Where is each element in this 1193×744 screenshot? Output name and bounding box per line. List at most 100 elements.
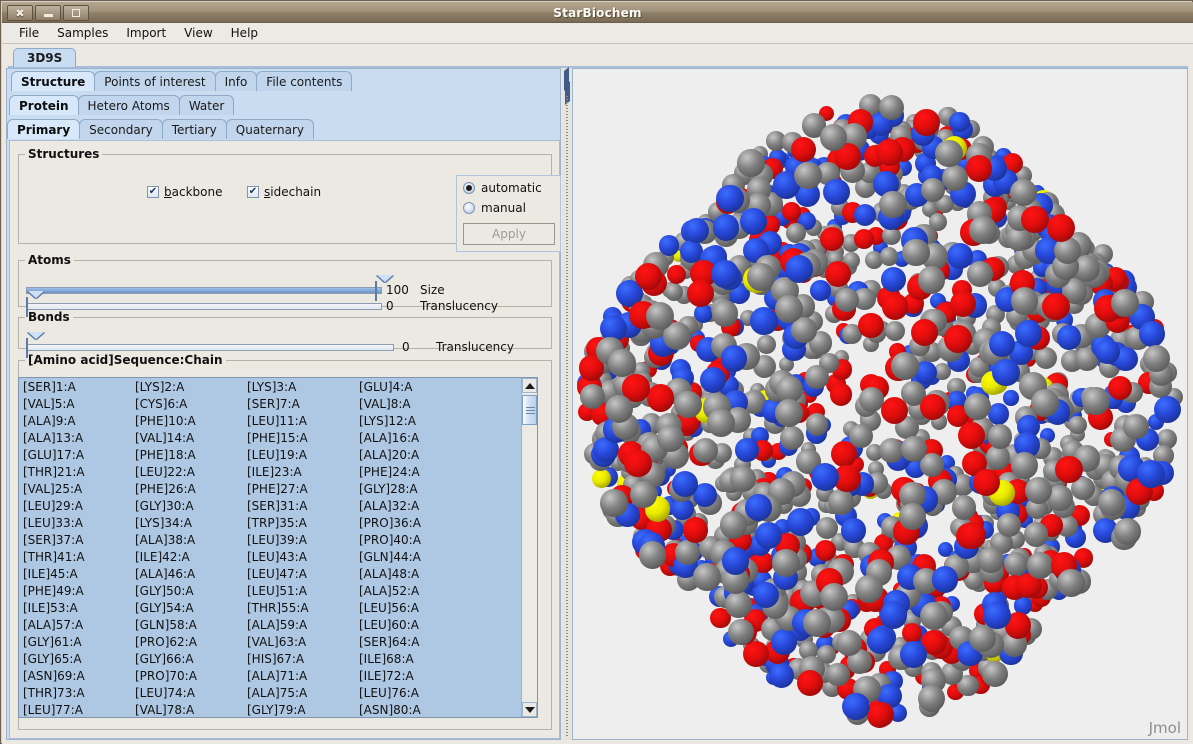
collapse-right-arrow-icon[interactable] xyxy=(563,78,571,105)
scroll-up-button[interactable] xyxy=(522,378,537,393)
amino-acid-row[interactable]: [SER]37:A [ALA]38:A [LEU]39:A [PRO]40:A xyxy=(19,531,522,548)
amino-acid-row[interactable]: [THR]73:A [LEU]74:A [ALA]75:A [LEU]76:A xyxy=(19,684,522,701)
amino-acid-item[interactable]: [GLY]61:A xyxy=(19,635,131,649)
amino-acid-item[interactable]: [GLU]4:A xyxy=(355,380,467,394)
amino-acid-item[interactable]: [ASN]69:A xyxy=(19,669,131,683)
menu-samples[interactable]: Samples xyxy=(48,24,117,42)
amino-acid-row[interactable]: [THR]41:A [ILE]42:A [LEU]43:A [GLN]44:A xyxy=(19,548,522,565)
amino-acid-item[interactable]: [VAL]14:A xyxy=(131,431,243,445)
amino-acid-item[interactable]: [PRO]40:A xyxy=(355,533,467,547)
amino-acid-item[interactable]: [VAL]25:A xyxy=(19,482,131,496)
amino-acid-item[interactable]: [ILE]53:A xyxy=(19,601,131,615)
amino-acid-item[interactable]: [LEU]29:A xyxy=(19,499,131,513)
amino-acid-item[interactable]: [PHE]10:A xyxy=(131,414,243,428)
amino-acid-item[interactable]: [GLY]79:A xyxy=(243,703,355,717)
amino-acid-item[interactable]: [PRO]62:A xyxy=(131,635,243,649)
amino-acid-item[interactable]: [ILE]68:A xyxy=(355,652,467,666)
menu-import[interactable]: Import xyxy=(117,24,175,42)
amino-acid-item[interactable]: [SER]31:A xyxy=(243,499,355,513)
tab-water[interactable]: Water xyxy=(178,95,235,115)
sidechain-checkbox-label[interactable]: sidechain xyxy=(264,185,321,199)
amino-acid-item[interactable]: [LEU]33:A xyxy=(19,516,131,530)
amino-acid-item[interactable]: [LEU]56:A xyxy=(355,601,467,615)
amino-acid-row[interactable]: [ILE]45:A [ALA]46:A [LEU]47:A [ALA]48:A xyxy=(19,565,522,582)
amino-acid-item[interactable]: [GLY]54:A xyxy=(131,601,243,615)
amino-acid-item[interactable]: [GLY]50:A xyxy=(131,584,243,598)
tab-quaternary[interactable]: Quaternary xyxy=(225,119,314,139)
amino-acid-item[interactable]: [PHE]26:A xyxy=(131,482,243,496)
amino-acid-item[interactable]: [GLN]44:A xyxy=(355,550,467,564)
amino-acid-item[interactable]: [PRO]70:A xyxy=(131,669,243,683)
amino-acid-item[interactable]: [ASN]80:A xyxy=(355,703,467,717)
amino-acid-item[interactable]: [THR]73:A xyxy=(19,686,131,700)
tab-file-contents[interactable]: File contents xyxy=(256,71,353,91)
amino-acid-item[interactable]: [ALA]48:A xyxy=(355,567,467,581)
amino-acid-row[interactable]: [THR]21:A [LEU]22:A [ILE]23:A [PHE]24:A xyxy=(19,463,522,480)
amino-acid-item[interactable]: [GLN]58:A xyxy=(131,618,243,632)
amino-acid-item[interactable]: [GLY]30:A xyxy=(131,499,243,513)
amino-acid-item[interactable]: [PRO]36:A xyxy=(355,516,467,530)
apply-button[interactable]: Apply xyxy=(463,223,555,245)
amino-acid-item[interactable]: [THR]55:A xyxy=(243,601,355,615)
tab-structure[interactable]: Structure xyxy=(11,71,96,91)
amino-acid-item[interactable]: [GLU]17:A xyxy=(19,448,131,462)
sidechain-checkbox-row[interactable]: ✔ sidechain xyxy=(247,185,321,199)
amino-acid-item[interactable]: [LYS]3:A xyxy=(243,380,355,394)
amino-acid-item[interactable]: [ALA]75:A xyxy=(243,686,355,700)
document-tab-3d9s[interactable]: 3D9S xyxy=(13,48,77,67)
menu-file[interactable]: File xyxy=(10,24,48,42)
amino-acid-item[interactable]: [ALA]71:A xyxy=(243,669,355,683)
backbone-checkbox-row[interactable]: ✔ backbone xyxy=(147,185,222,199)
amino-acid-item[interactable]: [ALA]52:A xyxy=(355,584,467,598)
amino-acid-row[interactable]: [VAL]25:A [PHE]26:A [PHE]27:A [GLY]28:A xyxy=(19,480,522,497)
amino-acid-item[interactable]: [LEU]51:A xyxy=(243,584,355,598)
amino-acid-item[interactable]: [ALA]59:A xyxy=(243,618,355,632)
amino-acid-item[interactable]: [PHE]18:A xyxy=(131,448,243,462)
amino-acid-item[interactable]: [LEU]77:A xyxy=(19,703,131,717)
amino-acid-item[interactable]: [ALA]9:A xyxy=(19,414,131,428)
amino-acid-list-scrollbar[interactable] xyxy=(521,378,537,717)
amino-acid-item[interactable]: [LYS]2:A xyxy=(131,380,243,394)
amino-acid-item[interactable]: [SER]7:A xyxy=(243,397,355,411)
amino-acid-row[interactable]: [LEU]29:A [GLY]30:A [SER]31:A [ALA]32:A xyxy=(19,497,522,514)
sidechain-checkbox[interactable]: ✔ xyxy=(247,186,259,198)
tab-hetero-atoms[interactable]: Hetero Atoms xyxy=(77,95,180,115)
amino-acid-item[interactable]: [VAL]5:A xyxy=(19,397,131,411)
amino-acid-row[interactable]: [ALA]57:A [GLN]58:A [ALA]59:A [LEU]60:A xyxy=(19,616,522,633)
amino-acid-item[interactable]: [SER]64:A xyxy=(355,635,467,649)
molecule-viewer-panel[interactable]: Jmol xyxy=(572,68,1188,740)
automatic-radio-row[interactable]: automatic xyxy=(463,181,554,195)
amino-acid-item[interactable]: [PHE]27:A xyxy=(243,482,355,496)
manual-radio-row[interactable]: manual xyxy=(463,201,554,215)
bond-translucency-slider-track[interactable] xyxy=(26,331,394,358)
amino-acid-row[interactable]: [GLY]65:A [GLY]66:A [HIS]67:A [ILE]68:A xyxy=(19,650,522,667)
amino-acid-item[interactable]: [PHE]24:A xyxy=(355,465,467,479)
tab-tertiary[interactable]: Tertiary xyxy=(161,119,227,139)
amino-acid-item[interactable]: [ALA]38:A xyxy=(131,533,243,547)
scroll-down-button[interactable] xyxy=(522,702,537,717)
amino-acid-row[interactable]: [ALA]13:A [VAL]14:A [PHE]15:A [ALA]16:A xyxy=(19,429,522,446)
tab-info[interactable]: Info xyxy=(214,71,258,91)
amino-acid-list[interactable]: [SER]1:A [LYS]2:A [LYS]3:A [GLU]4:A [VAL]5:A… xyxy=(18,377,538,718)
amino-acid-item[interactable]: [ALA]20:A xyxy=(355,448,467,462)
amino-acid-item[interactable]: [LEU]76:A xyxy=(355,686,467,700)
amino-acid-item[interactable]: [ALA]16:A xyxy=(355,431,467,445)
backbone-checkbox[interactable]: ✔ xyxy=(147,186,159,198)
amino-acid-item[interactable]: [THR]41:A xyxy=(19,550,131,564)
amino-acid-row[interactable]: [SER]1:A [LYS]2:A [LYS]3:A [GLU]4:A xyxy=(19,378,522,395)
amino-acid-item[interactable]: [ILE]42:A xyxy=(131,550,243,564)
split-pane-divider[interactable] xyxy=(562,67,572,740)
automatic-radio[interactable] xyxy=(463,182,475,194)
tab-secondary[interactable]: Secondary xyxy=(79,119,163,139)
amino-acid-row[interactable]: [LEU]33:A [LYS]34:A [TRP]35:A [PRO]36:A xyxy=(19,514,522,531)
amino-acid-item[interactable]: [ILE]45:A xyxy=(19,567,131,581)
tab-protein[interactable]: Protein xyxy=(9,95,79,115)
menu-view[interactable]: View xyxy=(175,24,221,42)
amino-acid-item[interactable]: [LEU]22:A xyxy=(131,465,243,479)
amino-acid-item[interactable]: [LEU]19:A xyxy=(243,448,355,462)
amino-acid-item[interactable]: [SER]1:A xyxy=(19,380,131,394)
amino-acid-row[interactable]: [VAL]5:A [CYS]6:A [SER]7:A [VAL]8:A xyxy=(19,395,522,412)
amino-acid-item[interactable]: [CYS]6:A xyxy=(131,397,243,411)
amino-acid-item[interactable]: [LEU]74:A xyxy=(131,686,243,700)
atom-translucency-slider-track[interactable] xyxy=(26,290,382,317)
